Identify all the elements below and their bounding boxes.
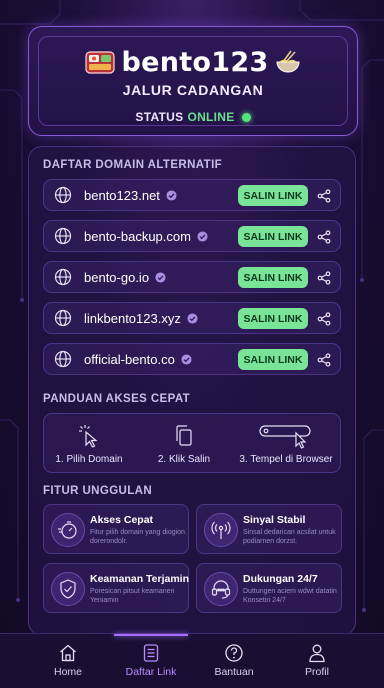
domain-name[interactable]: bento-backup.com: [84, 229, 191, 244]
headset-icon: [204, 572, 238, 606]
copy-link-button[interactable]: SALIN LINK: [238, 185, 308, 206]
feature-card: Akses Cepat Fitur pilih domain yang diog…: [43, 504, 189, 554]
status-indicator: STATUS ONLINE: [135, 110, 251, 124]
domain-list-title: DAFTAR DOMAIN ALTERNATIF: [43, 159, 223, 171]
brand-row: bento123: [85, 46, 300, 78]
copy-link-button[interactable]: SALIN LINK: [238, 226, 308, 247]
domain-row: official-bento.co SALIN LINK: [43, 343, 341, 375]
quick-guide-box: 1. Pilih Domain 2. Klik Salin 3. Tempel …: [43, 413, 341, 473]
home-icon: [60, 644, 76, 662]
domain-name[interactable]: bento123.net: [84, 188, 160, 203]
feature-description: Duttungen aciem wdwt datatin Konsetiri 2…: [243, 588, 337, 604]
feature-title: Akses Cepat: [90, 514, 154, 526]
nav-item-daftar-link[interactable]: Daftar Link: [103, 634, 199, 688]
header-card: bento123 JALUR CADANGAN STATUS ONLINE: [28, 26, 358, 136]
share-icon[interactable]: [317, 230, 331, 244]
verified-check-icon: [181, 353, 192, 365]
nav-item-bantuan[interactable]: Bantuan: [186, 634, 282, 688]
domain-row: bento-backup.com SALIN LINK: [43, 220, 341, 252]
header-subtitle: JALUR CADANGAN: [122, 82, 264, 98]
list-icon: [143, 644, 159, 662]
signal-tower-icon: [204, 513, 238, 547]
feature-card: Dukungan 24/7 Duttungen aciem wdwt datat…: [196, 563, 342, 613]
globe-icon: [54, 186, 72, 204]
guide-step: 2. Klik Salin: [136, 414, 232, 474]
guide-step: 3. Tempel di Browser: [232, 414, 340, 474]
nav-label: Profil: [305, 666, 329, 678]
stopwatch-icon: [51, 513, 85, 547]
share-icon[interactable]: [317, 189, 331, 203]
user-icon: [309, 644, 325, 663]
cursor-click-icon: [79, 425, 98, 448]
share-icon[interactable]: [317, 312, 331, 326]
domain-row: linkbento123.xyz SALIN LINK: [43, 302, 341, 334]
feature-title: Sinyal Stabil: [243, 514, 306, 526]
globe-icon: [54, 350, 72, 368]
verified-check-icon: [166, 189, 177, 201]
quick-guide-title: PANDUAN AKSES CEPAT: [43, 393, 191, 405]
domain-name[interactable]: official-bento.co: [84, 352, 175, 367]
help-icon: [225, 644, 243, 662]
nav-label: Bantuan: [214, 666, 254, 678]
guide-step-label: 2. Klik Salin: [157, 454, 211, 465]
noodle-bowl-icon: [276, 50, 300, 73]
nav-label: Home: [53, 666, 82, 678]
domain-name[interactable]: bento-go.io: [84, 270, 149, 285]
verified-check-icon: [197, 230, 208, 242]
feature-title: Dukungan 24/7: [243, 573, 318, 585]
features-title: FITUR UNGGULAN: [43, 485, 153, 497]
domain-name[interactable]: linkbento123.xyz: [84, 311, 181, 326]
guide-step-label: 1. Pilih Domain: [55, 454, 123, 465]
globe-icon: [54, 268, 72, 286]
address-bar-icon: [259, 425, 311, 449]
domain-row: bento123.net SALIN LINK: [43, 179, 341, 211]
nav-item-home[interactable]: Home: [20, 634, 116, 688]
guide-step: 1. Pilih Domain: [44, 414, 134, 474]
verified-check-icon: [187, 312, 198, 324]
status-dot-icon: [241, 112, 251, 122]
copy-icon: [176, 425, 192, 446]
globe-icon: [54, 309, 72, 327]
verified-check-icon: [155, 271, 166, 283]
feature-card: Sinyal Stabil Sinsal dedarican acsilat u…: [196, 504, 342, 554]
header-inner-frame: bento123 JALUR CADANGAN STATUS ONLINE: [38, 36, 348, 126]
status-value: ONLINE: [187, 110, 235, 124]
nav-item-profil[interactable]: Profil: [269, 634, 365, 688]
status-label: STATUS: [135, 110, 184, 124]
share-icon[interactable]: [317, 353, 331, 367]
bento-box-icon: [85, 51, 116, 74]
feature-title: Keamanan Terjamin: [90, 573, 190, 585]
copy-link-button[interactable]: SALIN LINK: [238, 267, 308, 288]
globe-icon: [54, 227, 72, 245]
copy-link-button[interactable]: SALIN LINK: [238, 349, 308, 370]
brand-name: bento123: [121, 46, 269, 78]
domain-row: bento-go.io SALIN LINK: [43, 261, 341, 293]
bottom-navigation: Home Daftar Link Bantuan Profil: [0, 633, 384, 688]
shield-check-icon: [51, 572, 85, 606]
feature-description: Sinsal dedarican acsilat untuk podiarnen…: [243, 529, 336, 545]
feature-card: Keamanan Terjamin Poresican pitsut keama…: [43, 563, 189, 613]
share-icon[interactable]: [317, 271, 331, 285]
copy-link-button[interactable]: SALIN LINK: [238, 308, 308, 329]
guide-step-label: 3. Tempel di Browser: [239, 454, 333, 465]
feature-description: Fitur pilih domain yang diogion dorerond…: [90, 529, 185, 545]
nav-label: Daftar Link: [125, 666, 177, 678]
feature-description: Poresican pitsut keamanen Yeniamin: [90, 588, 175, 604]
